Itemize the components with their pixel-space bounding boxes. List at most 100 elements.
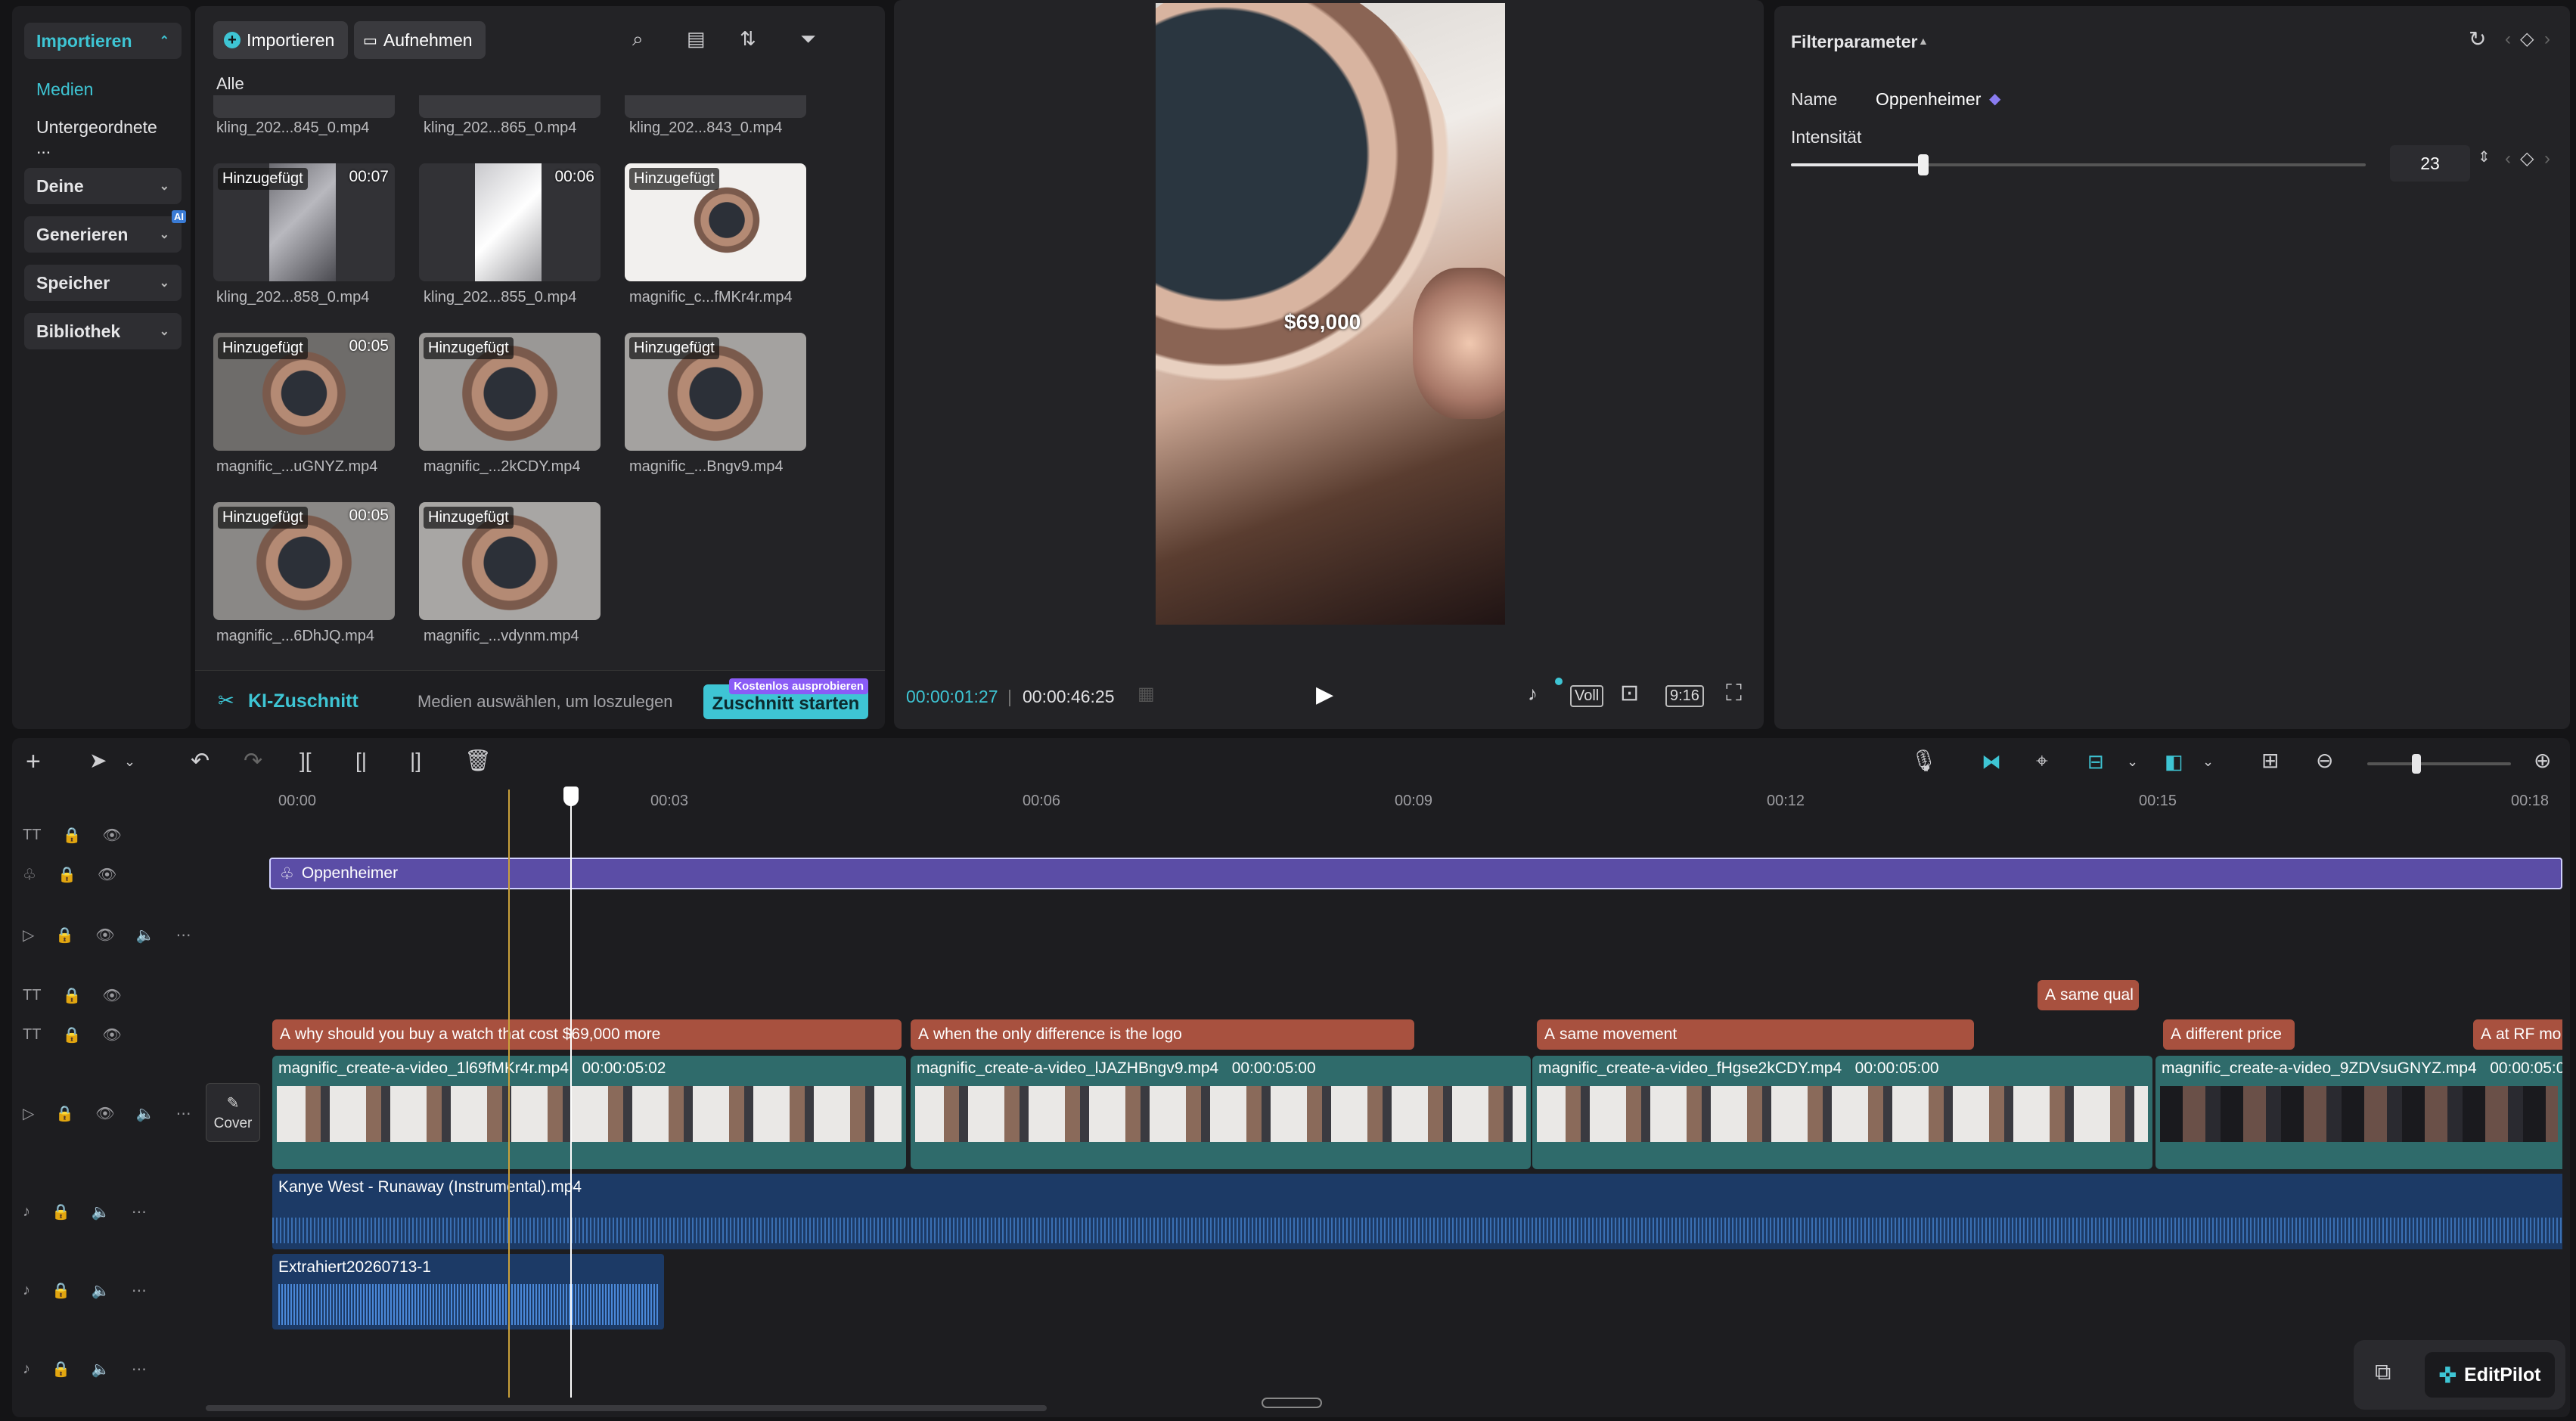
nav-speicher[interactable]: Speicher ⌄ (24, 265, 182, 301)
grid-view-icon[interactable]: ▤ (687, 29, 706, 48)
keyframe-prev-icon[interactable]: ‹ (2505, 30, 2511, 48)
stepper-icon[interactable]: ⇕ (2478, 150, 2491, 165)
preview-frame[interactable]: $69,000 (1156, 3, 1505, 625)
split-icon[interactable]: ][ (299, 750, 312, 771)
video-clip[interactable]: magnific_create-a-video_9ZDVsuGNYZ.mp4 0… (2155, 1056, 2562, 1169)
split-view-icon[interactable]: ◧ (2165, 752, 2183, 771)
keyframe-next-icon[interactable]: › (2544, 150, 2550, 168)
editpilot-button[interactable]: ✜ EditPilot (2425, 1352, 2555, 1398)
media-tile[interactable]: Hinzugefügt (419, 502, 601, 620)
speaker-icon[interactable]: 🔈 (92, 1281, 110, 1300)
select-cursor-icon[interactable]: ➤ (89, 750, 107, 771)
nav-deine[interactable]: Deine ⌄ (24, 168, 182, 204)
snapshot-icon[interactable]: ⊡ (1620, 682, 1639, 705)
zoom-out-icon[interactable]: ⊖ (2316, 750, 2333, 771)
caret-up-icon[interactable]: ▲ (1918, 35, 1929, 47)
text-clip[interactable]: Awhen the only difference is the logo (911, 1019, 1414, 1050)
nav-generieren[interactable]: Generieren ⌄ AI (24, 210, 186, 253)
keyframe-prev-icon[interactable]: ‹ (2505, 150, 2511, 168)
media-tile[interactable]: Hinzugefügt 00:07 (213, 163, 395, 281)
media-tile[interactable]: Hinzugefügt (419, 333, 601, 451)
eye-icon[interactable]: 👁 (102, 1025, 121, 1044)
text-clip[interactable]: Asame movement (1537, 1019, 1974, 1050)
text-clip-upper[interactable]: Asame qual (2038, 980, 2139, 1010)
microphone-icon[interactable]: 🎙 (1910, 750, 1938, 771)
more-icon[interactable]: ⋯ (176, 1104, 191, 1123)
undo-icon[interactable]: ↶ (191, 750, 209, 773)
full-quality-button[interactable]: Voll (1570, 685, 1604, 707)
delete-icon[interactable]: 🗑 (464, 750, 492, 771)
media-tile[interactable]: Hinzugefügt 00:05 (213, 333, 395, 451)
lock-icon[interactable]: 🔒 (62, 826, 81, 845)
zoom-in-icon[interactable]: ⊕ (2534, 750, 2551, 771)
playhead[interactable] (570, 790, 572, 1398)
ai-cut-start-button[interactable]: Kostenlos ausprobieren Zuschnitt starten (703, 678, 868, 719)
filter-icon[interactable]: ⏷ (800, 29, 816, 48)
chevron-down-icon[interactable]: ⌄ (2202, 755, 2214, 768)
speaker-icon[interactable]: 🔈 (92, 1360, 110, 1379)
intensity-slider-thumb[interactable] (1917, 154, 1929, 175)
video-clip[interactable]: magnific_create-a-video_lJAZHBngv9.mp4 0… (911, 1056, 1531, 1169)
add-icon[interactable]: + (26, 749, 41, 774)
speaker-icon[interactable]: 🔈 (92, 1202, 110, 1221)
trim-right-icon[interactable]: |] (410, 750, 421, 771)
nav-sub[interactable]: Untergeordnete ... (24, 117, 182, 157)
tile-top-2[interactable] (419, 95, 601, 118)
reset-icon[interactable]: ↻ (2469, 29, 2486, 50)
tiktok-icon[interactable]: ♪ (1528, 684, 1538, 703)
speaker-icon[interactable]: 🔈 (136, 1104, 155, 1123)
cover-button[interactable]: ✎ Cover (206, 1083, 260, 1142)
media-tile[interactable]: 00:06 (419, 163, 601, 281)
lock-icon[interactable]: 🔒 (55, 1104, 74, 1123)
text-clip[interactable]: Aat RF mo (2473, 1019, 2562, 1050)
lock-icon[interactable]: 🔒 (51, 1281, 70, 1300)
media-tile[interactable]: Hinzugefügt (625, 333, 806, 451)
lock-icon[interactable]: 🔒 (55, 926, 74, 945)
lock-icon[interactable]: 🔒 (57, 865, 76, 884)
sort-icon[interactable]: ⇅ (740, 29, 756, 48)
more-icon[interactable]: ⋯ (132, 1281, 147, 1300)
more-icon[interactable]: ⋯ (176, 926, 191, 945)
search-icon[interactable]: ⌕ (632, 29, 644, 48)
record-button[interactable]: ▭ Aufnehmen (354, 21, 486, 59)
video-clip[interactable]: magnific_create-a-video_1l69fMKr4r.mp4 0… (272, 1056, 906, 1169)
timeline-grid-icon[interactable]: ▦ (1137, 685, 1155, 703)
video-clip[interactable]: magnific_create-a-video_fHgse2kCDY.mp4 0… (1532, 1056, 2152, 1169)
more-icon[interactable]: ⋯ (132, 1202, 147, 1221)
text-clip[interactable]: Awhy should you buy a watch that cost $6… (272, 1019, 902, 1050)
eye-icon[interactable]: 👁 (95, 926, 114, 945)
eye-icon[interactable]: 👁 (95, 1104, 114, 1123)
keyframe-icon[interactable]: ◇ (2520, 150, 2534, 168)
keyframe-icon[interactable]: ◇ (2520, 30, 2534, 48)
keyframe-next-icon[interactable]: › (2544, 30, 2550, 48)
trim-left-icon[interactable]: [| (355, 750, 367, 771)
snap-icon[interactable]: ⌖ (2036, 750, 2048, 771)
lock-icon[interactable]: 🔒 (62, 1025, 81, 1044)
vertical-resize-handle[interactable] (1262, 1398, 1322, 1408)
audio-clip[interactable]: Kanye West - Runaway (Instrumental).mp4 (272, 1174, 2562, 1249)
link-clips-icon[interactable]: ⧓ (1982, 752, 2001, 771)
filter-all-label[interactable]: Alle (216, 74, 244, 94)
media-tile[interactable]: Hinzugefügt (625, 163, 806, 281)
more-icon[interactable]: ⋯ (132, 1360, 147, 1379)
speaker-icon[interactable]: 🔈 (136, 926, 155, 945)
tile-top-1[interactable] (213, 95, 395, 118)
filter-clip[interactable]: ♧ Oppenheimer (269, 858, 2562, 889)
intensity-input[interactable]: 23 (2390, 145, 2470, 182)
eye-icon[interactable]: 👁 (98, 865, 116, 884)
import-button[interactable]: + Importieren (213, 21, 348, 59)
zoom-slider[interactable] (2367, 754, 2511, 774)
intensity-slider[interactable] (1791, 154, 2366, 175)
lock-icon[interactable]: 🔒 (62, 986, 81, 1005)
aspect-ratio-button[interactable]: 9:16 (1665, 685, 1704, 707)
text-clip[interactable]: Adifferent price (2163, 1019, 2295, 1050)
nav-bibliothek[interactable]: Bibliothek ⌄ (24, 313, 182, 349)
lock-icon[interactable]: 🔒 (51, 1360, 70, 1379)
magnet-icon[interactable]: ⊟ (2087, 752, 2104, 771)
eye-icon[interactable]: 👁 (102, 826, 121, 845)
ai-cut-label[interactable]: KI-Zuschnitt (248, 690, 358, 712)
tile-top-3[interactable] (625, 95, 806, 118)
nav-media[interactable]: Medien (24, 71, 182, 107)
feedback-icon[interactable]: ⧉ (2375, 1361, 2391, 1384)
playhead-handle[interactable] (563, 787, 579, 806)
